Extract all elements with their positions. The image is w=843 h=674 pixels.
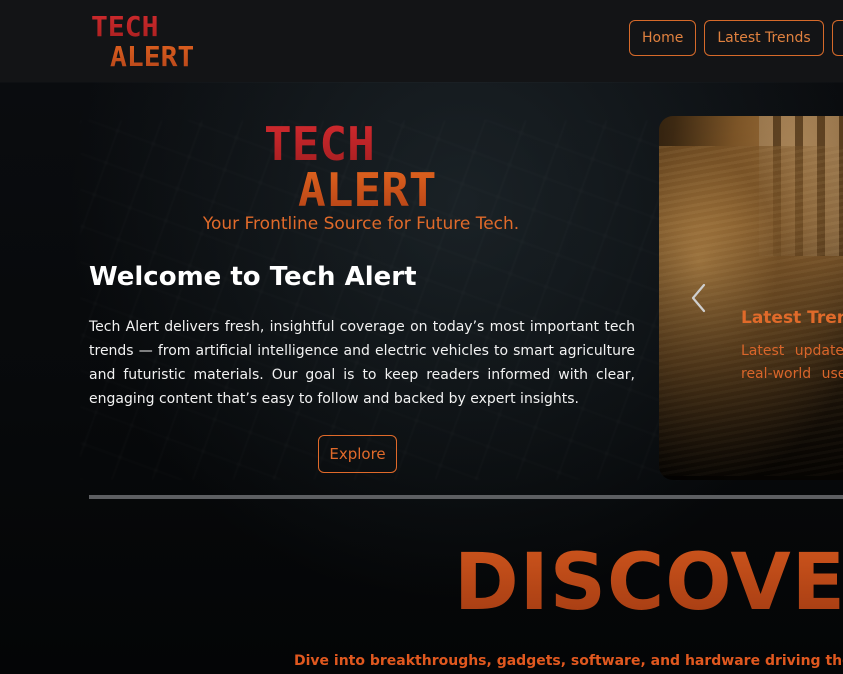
discover-heading: DISCOVER bbox=[454, 538, 843, 628]
nav-latest-trends-button[interactable]: Latest Trends bbox=[704, 20, 824, 56]
card-image-shade bbox=[659, 116, 843, 480]
carousel-card[interactable] bbox=[659, 116, 843, 480]
discover-subheading: Dive into breakthroughs, gadgets, softwa… bbox=[294, 653, 843, 669]
explore-button[interactable]: Explore bbox=[318, 435, 397, 473]
header-logo-line2: ALERT bbox=[110, 40, 194, 70]
site-header: TECH ALERT Home Latest Trends bbox=[0, 0, 843, 82]
carousel-card-text-line2: real-world uses bbox=[741, 366, 843, 382]
page: TECH ALERT Home Latest Trends TECH ALERT… bbox=[0, 0, 843, 674]
carousel-prev-button[interactable] bbox=[688, 282, 710, 314]
section-divider bbox=[89, 495, 843, 499]
main-nav: Home Latest Trends bbox=[629, 20, 843, 56]
carousel-card-text: Latest updates real-world uses bbox=[741, 340, 843, 386]
hero-tagline: Your Frontline Source for Future Tech. bbox=[202, 214, 520, 234]
hero-title: Welcome to Tech Alert bbox=[89, 262, 417, 292]
header-logo-line1: TECH bbox=[91, 10, 158, 43]
header-logo[interactable]: TECH ALERT bbox=[90, 10, 212, 70]
carousel-card-title: Latest Trenc bbox=[741, 308, 843, 328]
carousel-card-text-line1: Latest updates bbox=[741, 343, 843, 359]
nav-home-button[interactable]: Home bbox=[629, 20, 697, 56]
nav-next-button[interactable] bbox=[831, 20, 843, 56]
chevron-left-icon bbox=[691, 283, 706, 313]
hero-logo: TECH ALERT bbox=[264, 117, 436, 212]
hero-intro-text: Tech Alert delivers fresh, insightful co… bbox=[89, 319, 635, 407]
hero-logo-line2: ALERT bbox=[298, 163, 436, 212]
